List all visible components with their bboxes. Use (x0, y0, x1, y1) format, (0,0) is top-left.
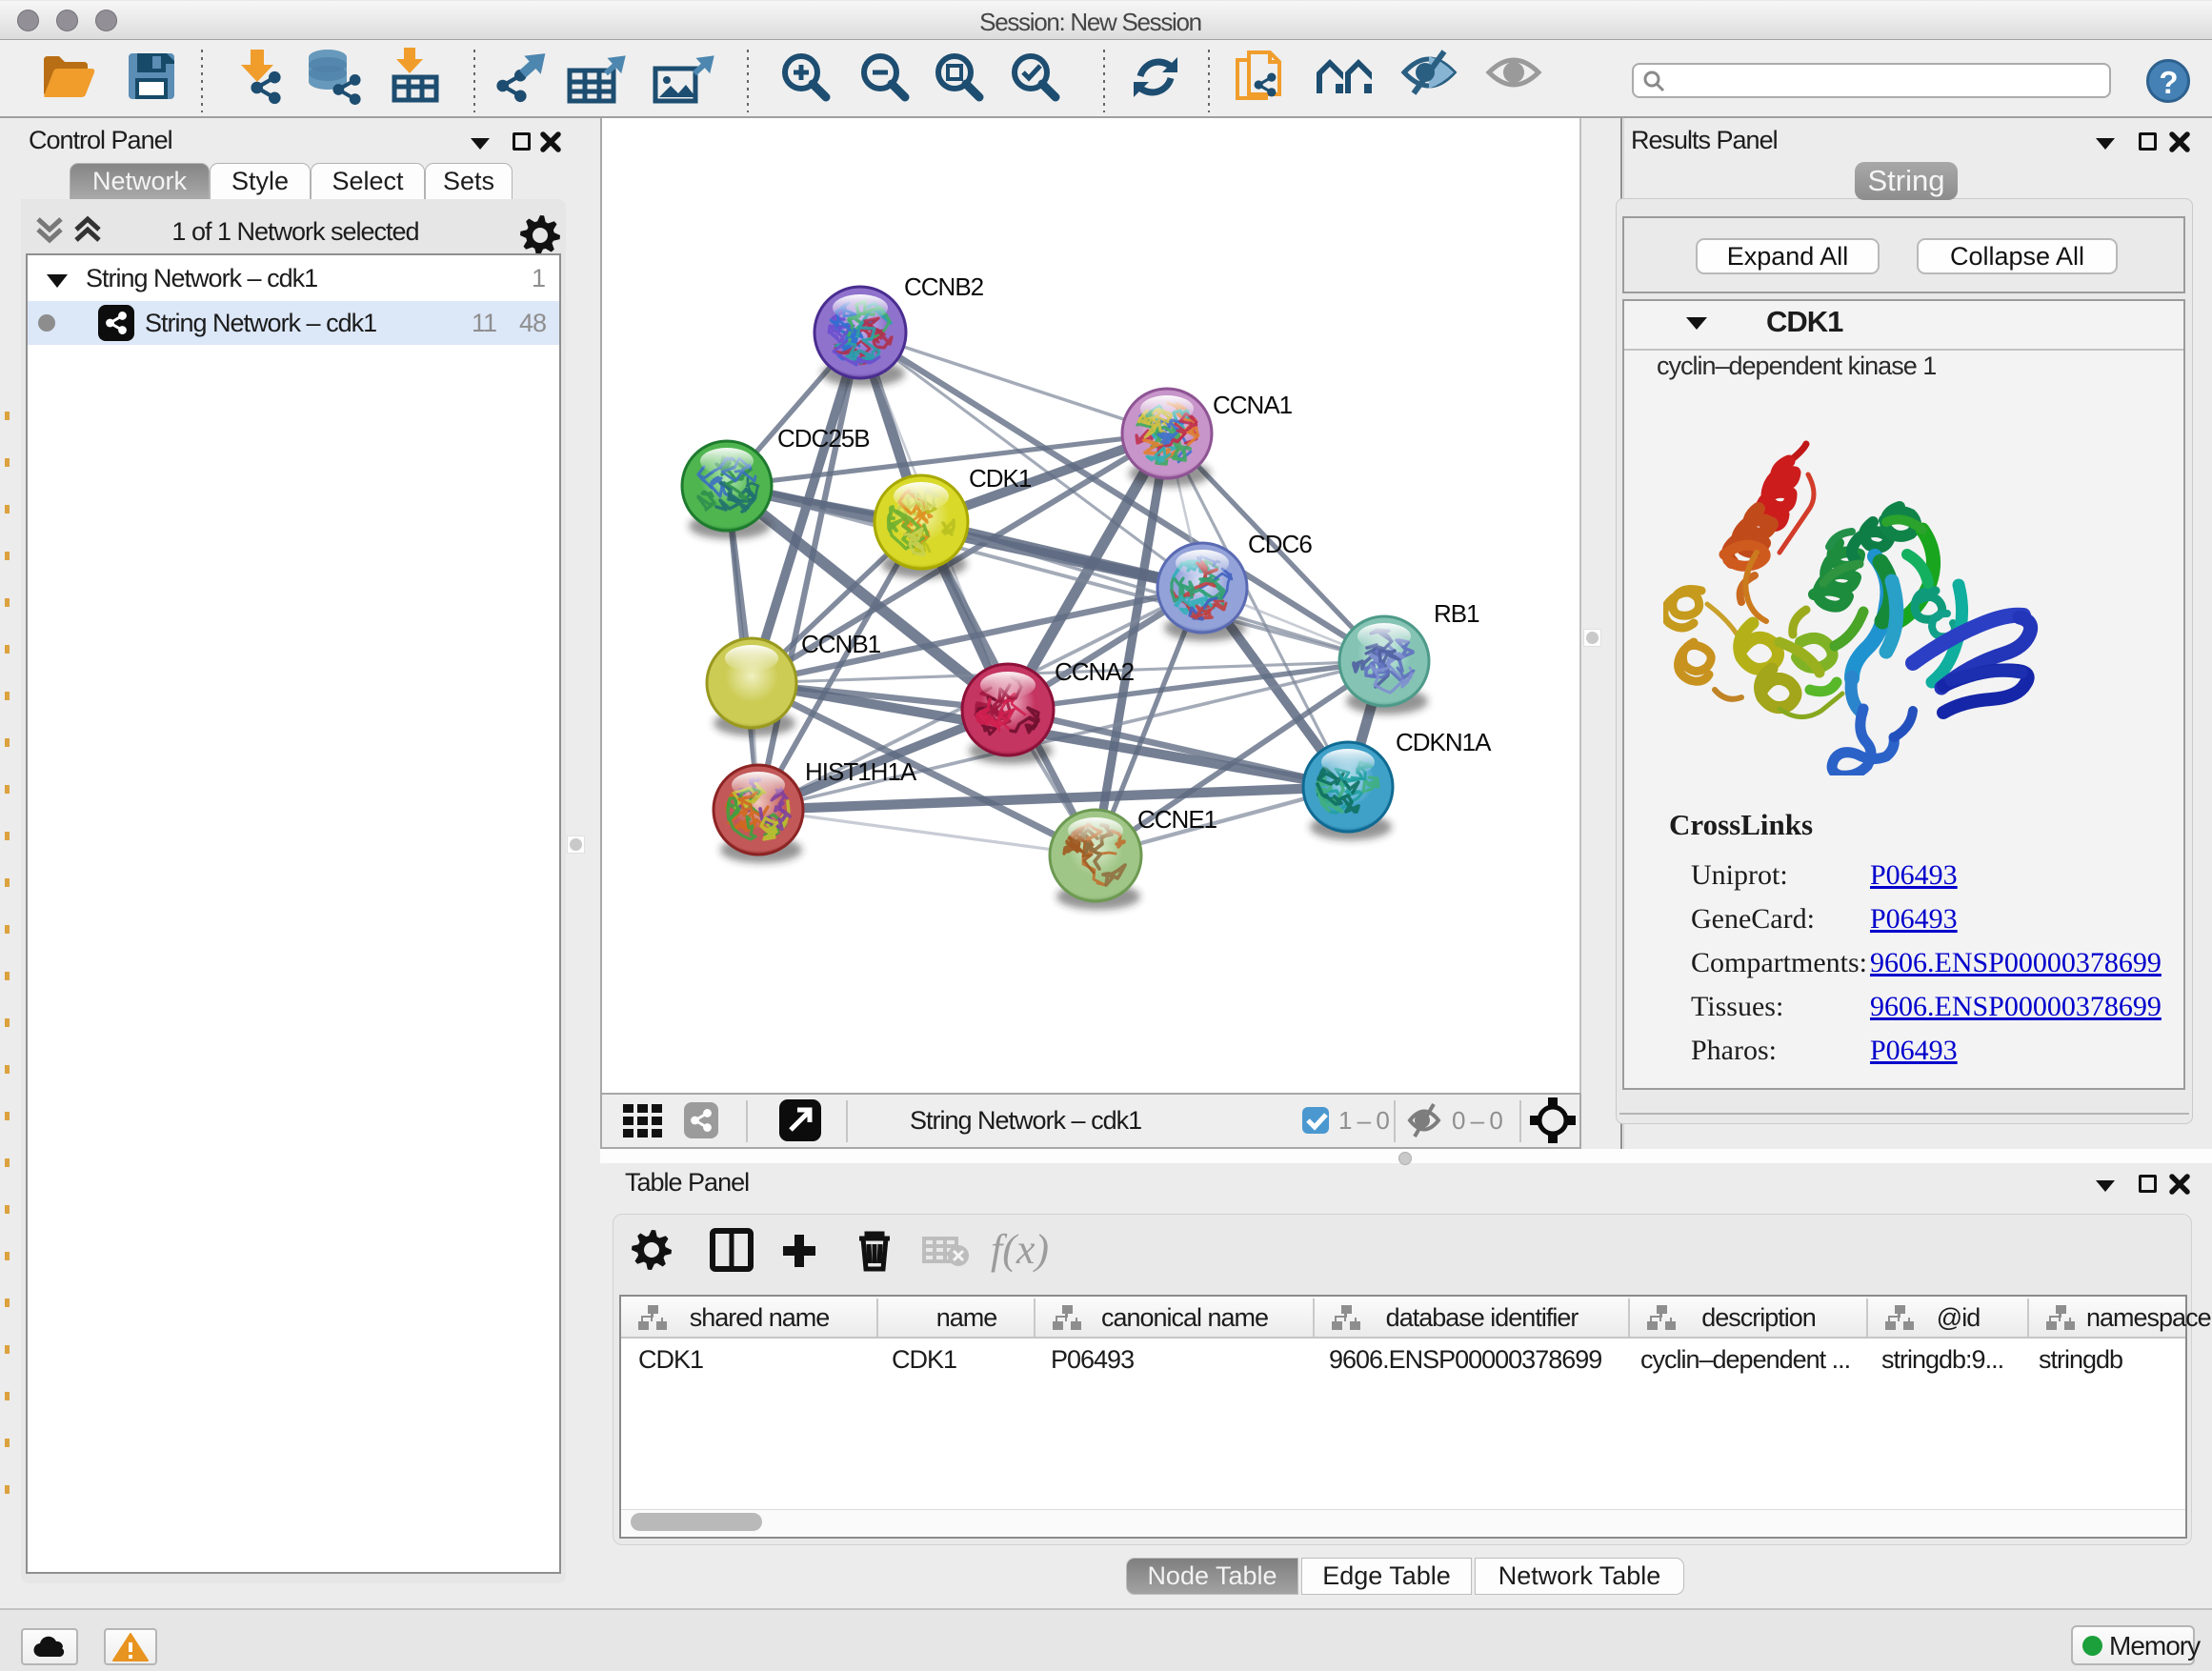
svg-text:CDC25B: CDC25B (777, 424, 870, 453)
svg-text:CDK1: CDK1 (969, 464, 1032, 493)
svg-text:CDC6: CDC6 (1248, 530, 1312, 558)
svg-text:1 – 0: 1 – 0 (1338, 1106, 1389, 1135)
svg-text:HIST1H1A: HIST1H1A (805, 757, 917, 786)
svg-text:CCNB1: CCNB1 (801, 630, 881, 658)
svg-text:CDKN1A: CDKN1A (1396, 728, 1492, 756)
svg-text:CCNA1: CCNA1 (1213, 391, 1293, 419)
svg-text:CCNA2: CCNA2 (1055, 657, 1135, 686)
svg-text:CCNE1: CCNE1 (1137, 805, 1217, 834)
svg-text:0 – 0: 0 – 0 (1452, 1106, 1502, 1135)
svg-text:String Network – cdk1: String Network – cdk1 (910, 1106, 1141, 1135)
svg-text:RB1: RB1 (1434, 599, 1479, 628)
svg-text:CCNB2: CCNB2 (904, 272, 984, 301)
svg-text:f(x): f(x) (991, 1227, 1049, 1273)
